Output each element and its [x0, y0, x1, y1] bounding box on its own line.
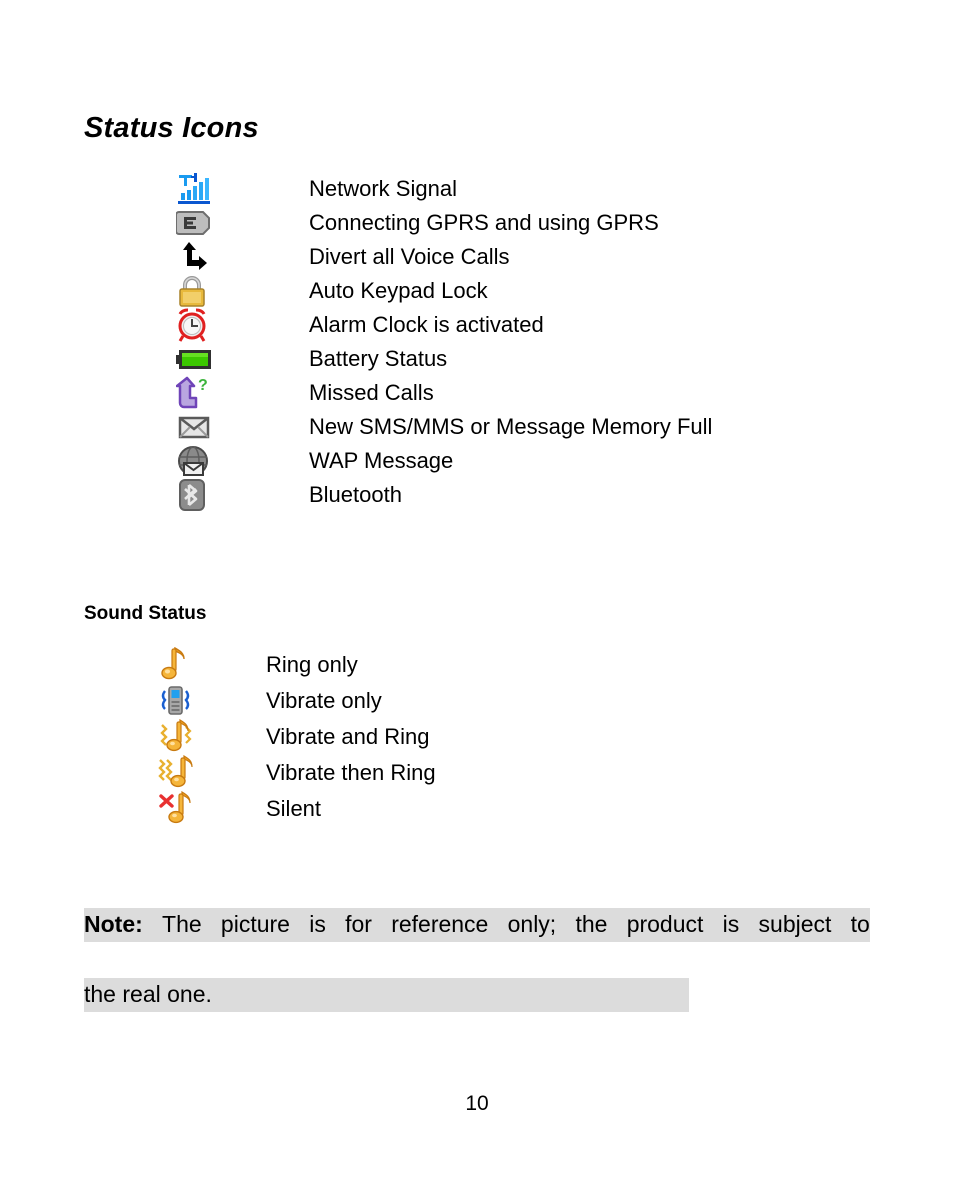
note-prefix: Note:: [84, 911, 143, 937]
vibrate-phone-icon: [158, 683, 204, 717]
list-item-label: Missed Calls: [309, 380, 434, 405]
list-item-label: Connecting GPRS and using GPRS: [309, 210, 659, 235]
note-word: is: [722, 911, 740, 937]
wap-message-icon: [176, 444, 222, 478]
list-item-label: Auto Keypad Lock: [309, 278, 488, 303]
missed-call-icon: ?: [176, 376, 222, 410]
document-page: Status Icons Network Signal Connecting G…: [0, 0, 954, 1190]
note-word: picture: [220, 911, 290, 937]
svg-text:?: ?: [198, 377, 208, 394]
alarm-clock-icon: [176, 308, 222, 342]
list-item-label: Ring only: [266, 652, 358, 677]
note-word: reference: [391, 911, 489, 937]
call-divert-icon: [176, 240, 222, 274]
note-word: product: [626, 911, 704, 937]
list-item-label: New SMS/MMS or Message Memory Full: [309, 414, 713, 439]
note-word: is: [309, 911, 326, 937]
list-item-label: Vibrate then Ring: [266, 760, 436, 785]
list-item-label: Vibrate and Ring: [266, 724, 430, 749]
note-word: to: [850, 911, 870, 937]
note-line-1-highlight: Note: The picture is for reference only;…: [84, 908, 870, 942]
note-word: subject: [758, 911, 832, 937]
note-word: the: [575, 911, 608, 937]
note-word: for: [345, 911, 372, 937]
list-item-label: Alarm Clock is activated: [309, 312, 544, 337]
list-item-label: Battery Status: [309, 346, 448, 371]
list-item-label: Network Signal: [309, 176, 457, 201]
envelope-icon: [176, 410, 222, 444]
vibrate-and-ring-icon: [158, 719, 204, 753]
list-item-label: Divert all Voice Calls: [309, 244, 510, 269]
silent-icon: [158, 791, 204, 825]
section-title-sound-status: Sound Status: [84, 603, 207, 624]
list-item-label: WAP Message: [309, 448, 454, 473]
page-number: 10: [465, 1092, 489, 1115]
gprs-edge-icon: [176, 206, 222, 240]
vibrate-then-ring-icon: [158, 755, 204, 789]
note-line-2: the real one.: [84, 978, 870, 1012]
list-item-label: Silent: [266, 796, 322, 821]
list-item-label: Vibrate only: [266, 688, 382, 713]
list-item-label: Bluetooth: [309, 482, 402, 507]
note-line-2-text: the real one.: [84, 978, 689, 1012]
battery-icon: [176, 342, 222, 376]
bluetooth-icon: [176, 478, 222, 512]
page-title-status-icons: Status Icons: [84, 112, 259, 144]
keypad-lock-icon: [176, 274, 222, 308]
note-block: Note: The picture is for reference only;…: [84, 908, 870, 1048]
network-signal-icon: [176, 172, 222, 206]
music-note-icon: [158, 647, 204, 681]
note-word: The: [162, 911, 202, 937]
note-line-1: Note: The picture is for reference only;…: [84, 908, 870, 942]
note-word: only;: [507, 911, 557, 937]
